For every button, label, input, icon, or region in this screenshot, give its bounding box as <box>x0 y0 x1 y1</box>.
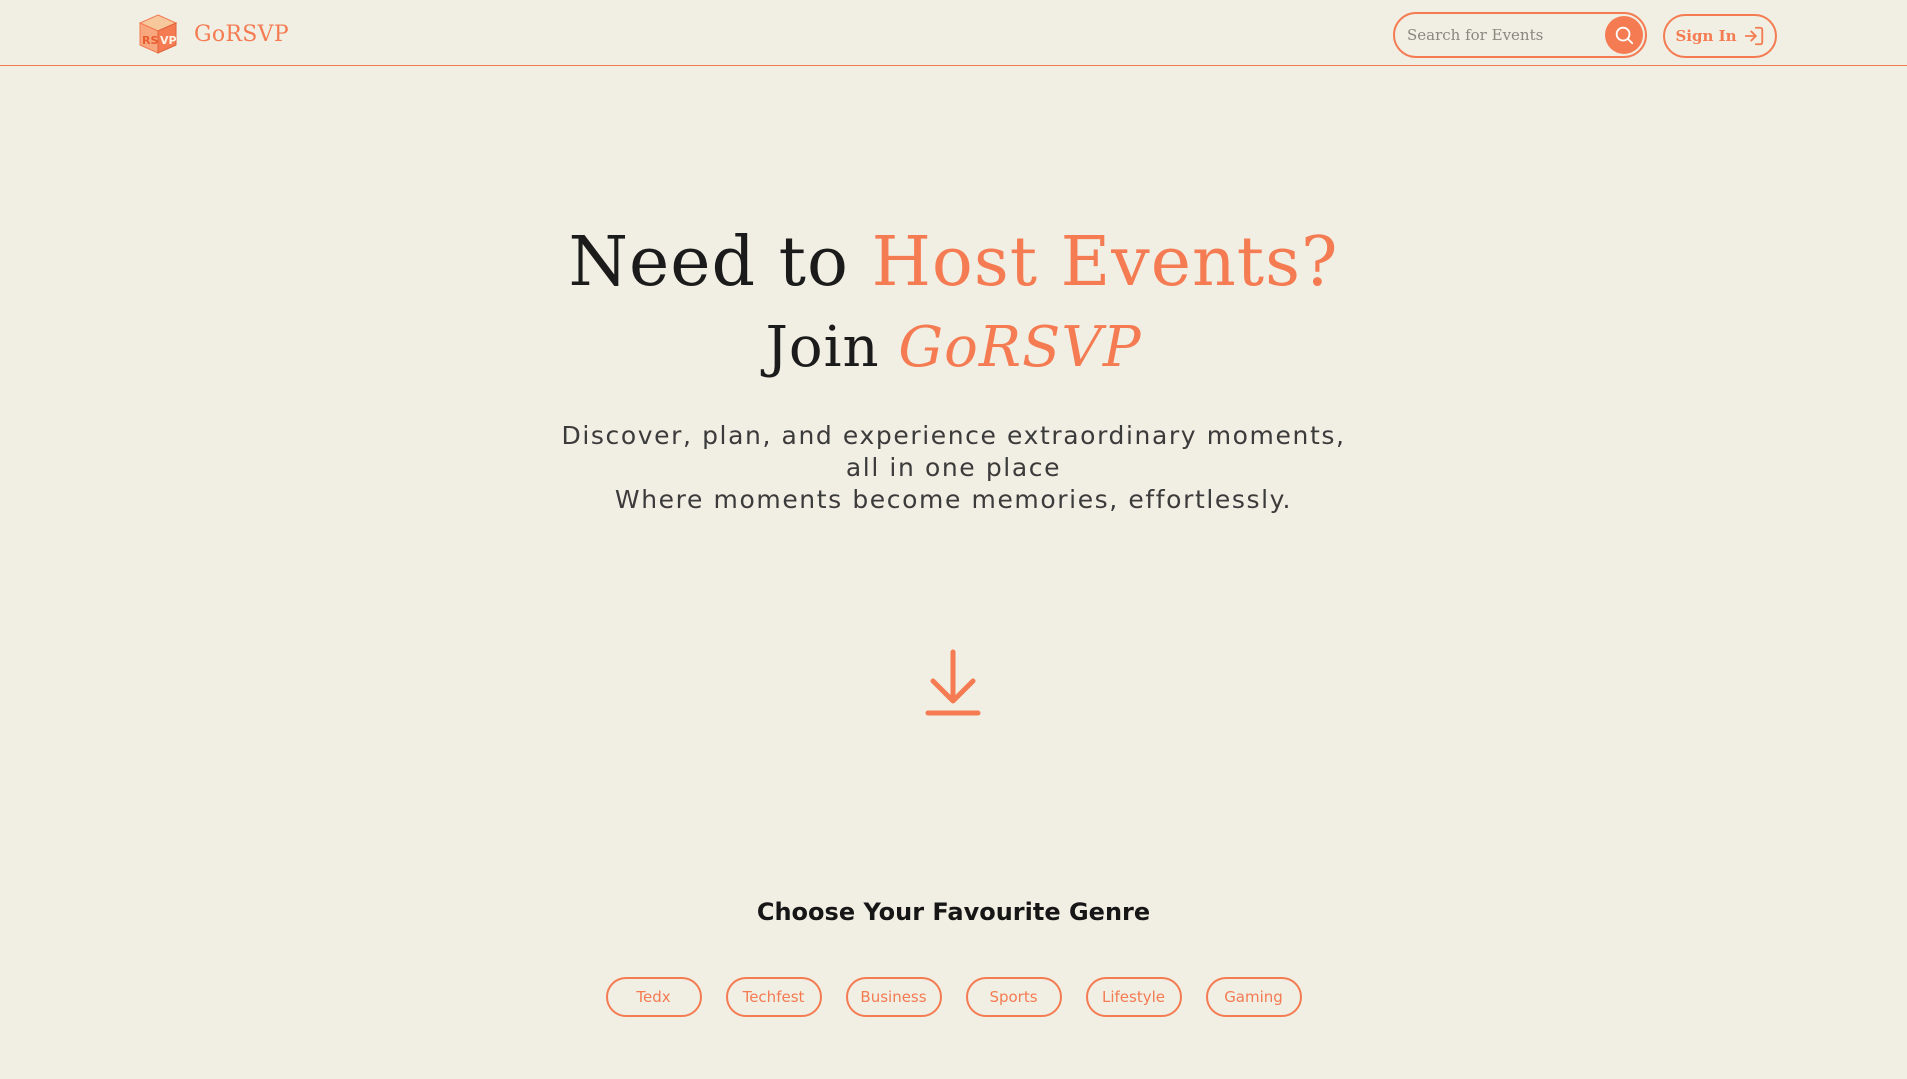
hero-heading-accent: Host Events? <box>871 223 1339 302</box>
rsvp-cube-logo-icon: RS VP <box>138 14 178 54</box>
scroll-down-button[interactable] <box>922 648 984 718</box>
hero-heading: Need to Host Events? <box>0 222 1907 304</box>
genre-chip-tedx[interactable]: Tedx <box>605 977 702 1017</box>
hero-subheading-plain: Join <box>765 315 880 380</box>
genre-chip-techfest[interactable]: Techfest <box>725 977 822 1017</box>
genre-chip-sports[interactable]: Sports <box>965 977 1062 1017</box>
svg-text:RS: RS <box>142 34 158 47</box>
brand-logo-link[interactable]: RS VP GoRSVP <box>134 12 289 56</box>
hero-description-line: Discover, plan, and experience extraordi… <box>561 421 1346 450</box>
genre-chip-business[interactable]: Business <box>845 977 942 1017</box>
search-icon <box>1615 26 1634 45</box>
genre-chip-gaming[interactable]: Gaming <box>1205 977 1302 1017</box>
search-input[interactable] <box>1407 26 1597 44</box>
download-arrow-icon <box>925 649 981 716</box>
svg-text:VP: VP <box>160 34 177 47</box>
hero-description-line: all in one place <box>845 453 1062 482</box>
hero-subheading: Join GoRSVP <box>0 308 1907 388</box>
sign-in-label: Sign In <box>1675 27 1737 45</box>
top-navbar: RS VP GoRSVP Sign In <box>0 0 1907 66</box>
sign-in-arrow-icon <box>1744 26 1763 46</box>
brand-name: GoRSVP <box>194 21 289 47</box>
hero-description-line: Where moments become memories, effortles… <box>614 485 1293 514</box>
search-button[interactable] <box>1605 16 1643 54</box>
genre-list: Tedx Techfest Business Sports Lifestyle … <box>0 977 1907 1017</box>
hero-heading-plain: Need to <box>568 223 849 302</box>
hero-description: Discover, plan, and experience extraordi… <box>0 420 1907 516</box>
sign-in-button[interactable]: Sign In <box>1663 14 1777 58</box>
search-bar <box>1393 12 1647 58</box>
genre-chip-lifestyle[interactable]: Lifestyle <box>1085 977 1182 1017</box>
genre-section-title: Choose Your Favourite Genre <box>756 898 1151 926</box>
hero-subheading-brand: GoRSVP <box>898 315 1142 380</box>
